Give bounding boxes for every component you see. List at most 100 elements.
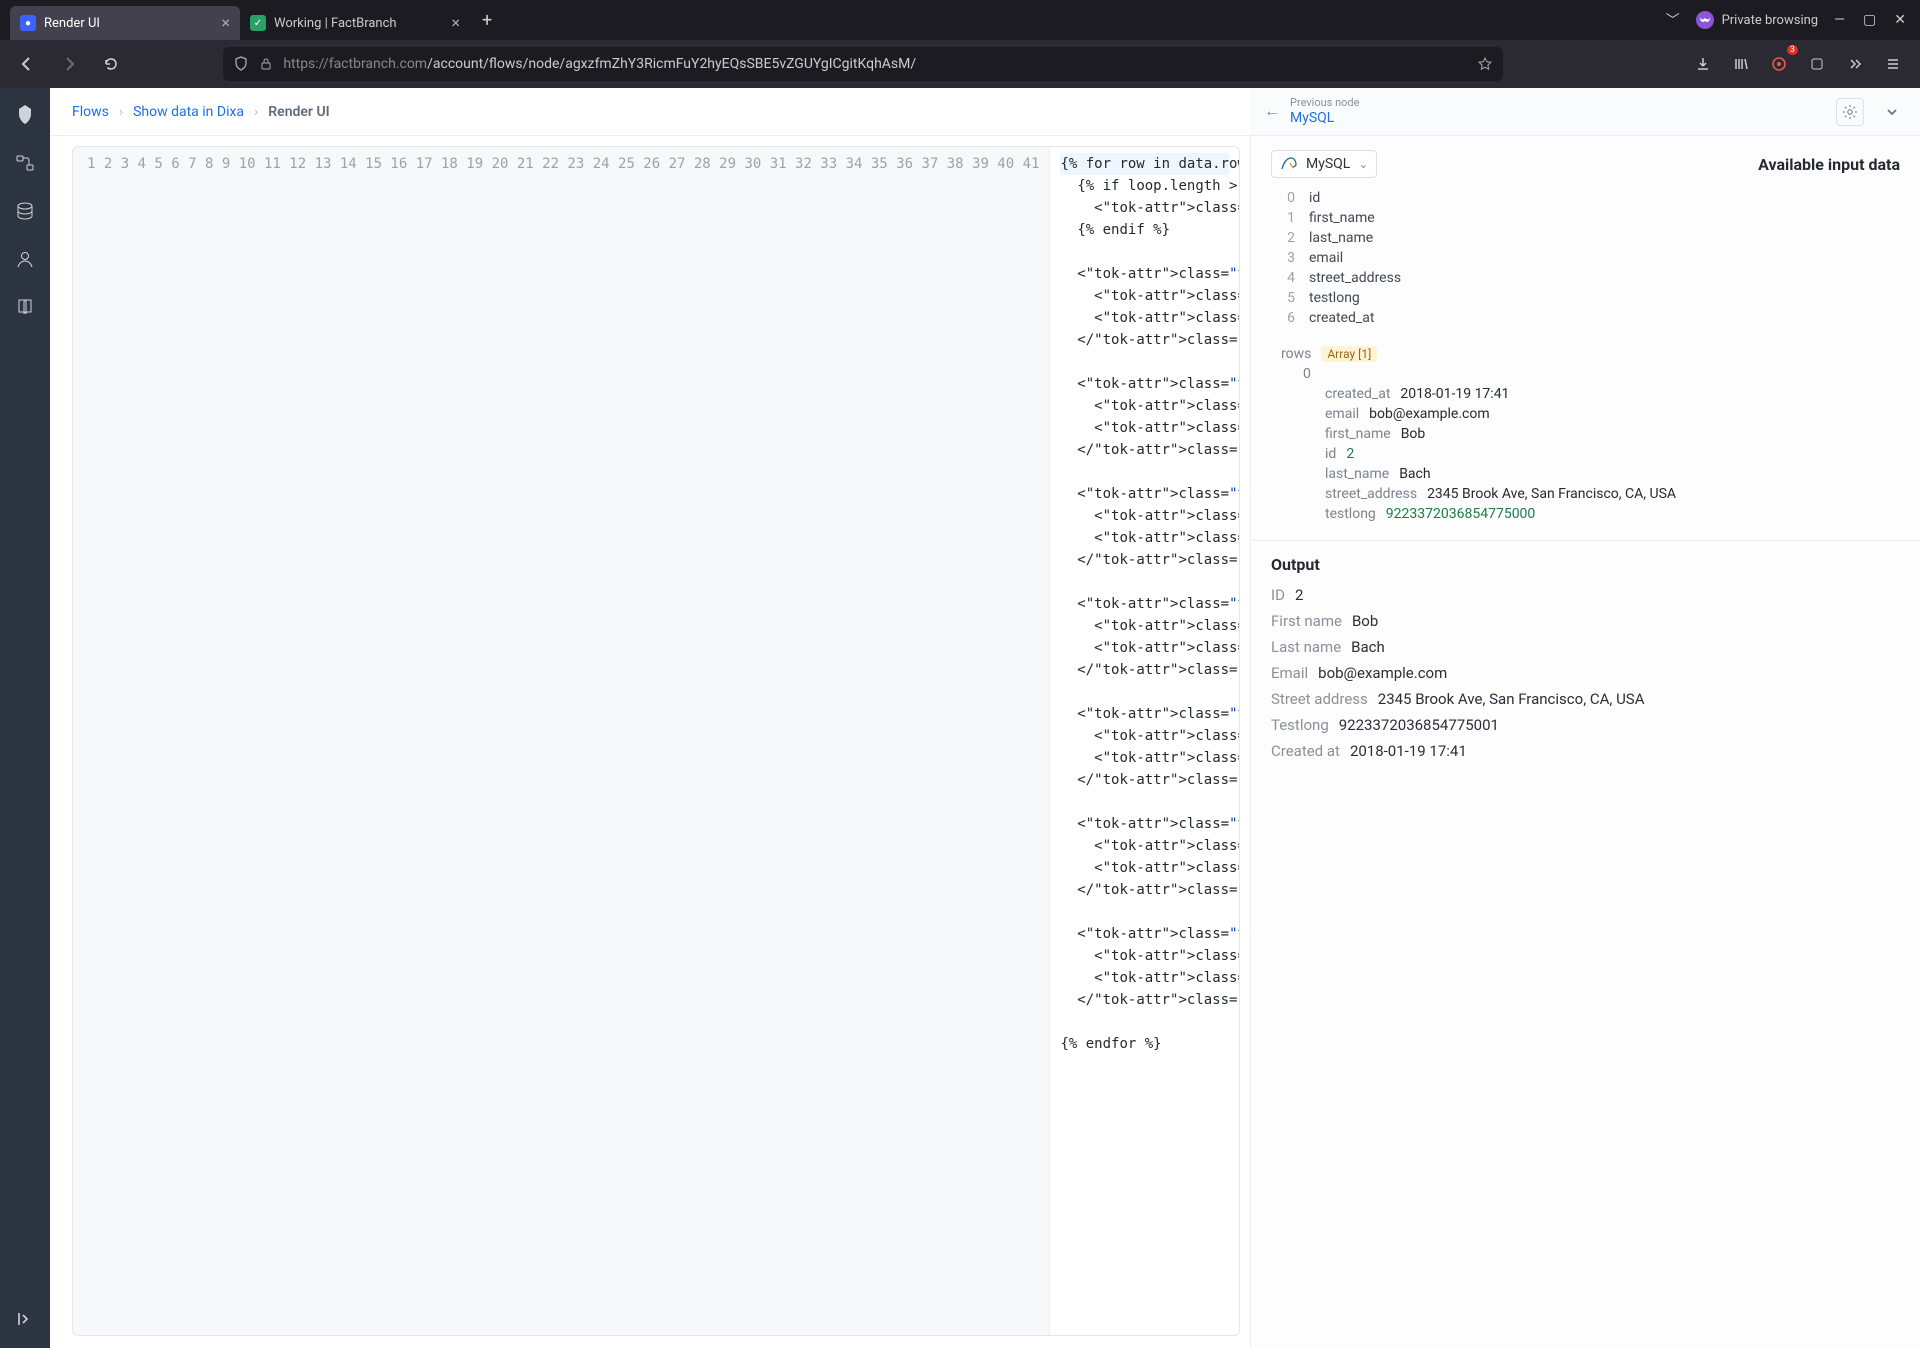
collapse-panel-button[interactable] — [1878, 98, 1906, 126]
output-section: Output ID2First nameBobLast nameBachEmai… — [1251, 540, 1920, 782]
forward-button[interactable] — [52, 47, 86, 81]
output-value: Bob — [1352, 612, 1378, 630]
browser-tab[interactable]: ✓ Working | FactBranch × — [240, 6, 470, 40]
tree-key: first_name — [1325, 426, 1391, 442]
field-row[interactable]: 4street_address — [1281, 268, 1900, 288]
settings-button[interactable] — [1836, 98, 1864, 126]
field-index: 3 — [1281, 250, 1295, 266]
breadcrumb-flows[interactable]: Flows — [72, 104, 109, 120]
url-text: https://factbranch.com/account/flows/nod… — [283, 56, 916, 72]
app: Flows › Show data in Dixa › Render UI ← … — [0, 88, 1920, 1348]
tabs-dropdown-icon[interactable]: ﹀ — [1666, 10, 1680, 30]
breadcrumb-parent[interactable]: Show data in Dixa — [133, 104, 244, 120]
output-row: Created at2018-01-19 17:41 — [1271, 738, 1900, 764]
favicon-icon: ● — [20, 15, 36, 31]
field-name: last_name — [1309, 230, 1373, 246]
field-row[interactable]: 6 created_at — [1281, 308, 1900, 328]
right-panel: MySQL ⌄ Available input data 0 id 1first_n… — [1250, 136, 1920, 1348]
nav-account-icon[interactable] — [14, 248, 36, 270]
output-row: Testlong9223372036854775001 — [1271, 712, 1900, 738]
output-value: 2 — [1295, 586, 1303, 604]
output-key: ID — [1271, 586, 1285, 604]
caret-icon: ⌄ — [1358, 157, 1368, 171]
available-input-title: Available input data — [1758, 155, 1900, 174]
field-index: 6 — [1281, 310, 1295, 326]
nav-flows-icon[interactable] — [14, 152, 36, 174]
field-name: email — [1309, 250, 1343, 266]
extension-icon[interactable] — [1762, 47, 1796, 81]
logo-icon[interactable] — [14, 104, 36, 126]
field-name: first_name — [1309, 210, 1375, 226]
code-area[interactable]: {% for row in data.rows %} {% if loop.le… — [1050, 147, 1239, 1335]
field-name: created_at — [1309, 310, 1374, 326]
favicon-icon: ✓ — [250, 15, 266, 31]
output-value: 9223372036854775001 — [1339, 716, 1499, 734]
new-tab-button[interactable]: + — [470, 10, 504, 31]
sidebar — [0, 88, 50, 1348]
output-key: Created at — [1271, 742, 1340, 760]
browser-tab-active[interactable]: ● Render UI × — [10, 6, 240, 40]
nav-docs-icon[interactable] — [14, 296, 36, 318]
lock-icon[interactable] — [259, 57, 273, 71]
tree-value: 9223372036854775000 — [1386, 506, 1536, 522]
close-window-icon[interactable]: ✕ — [1894, 12, 1906, 28]
tree-index[interactable]: 0 — [1303, 366, 1311, 382]
maximize-icon[interactable]: ▢ — [1863, 12, 1876, 28]
minimize-icon[interactable]: — — [1834, 12, 1845, 28]
tree-key[interactable]: rows — [1281, 346, 1311, 362]
field-row[interactable]: 2 last_name — [1281, 228, 1900, 248]
nav-data-icon[interactable] — [14, 200, 36, 222]
shield-icon[interactable] — [233, 56, 249, 72]
tree-value: 2 — [1346, 446, 1354, 462]
output-key: Street address — [1271, 690, 1368, 708]
chevron-icon: › — [254, 104, 258, 120]
fields-list: 0 id 1first_name 2 last_name 3 email 4street_ad… — [1251, 188, 1920, 334]
field-name: testlong — [1309, 290, 1360, 306]
tree-entry[interactable]: last_nameBach — [1281, 464, 1900, 484]
download-icon[interactable] — [1686, 47, 1720, 81]
close-icon[interactable]: × — [221, 15, 230, 31]
output-key: Email — [1271, 664, 1308, 682]
tree-entry[interactable]: emailbob@example.com — [1281, 404, 1900, 424]
main: Flows › Show data in Dixa › Render UI ← … — [50, 88, 1920, 1348]
overflow-icon[interactable] — [1838, 47, 1872, 81]
tree-key: id — [1325, 446, 1336, 462]
back-button[interactable] — [10, 47, 44, 81]
bookmark-icon[interactable] — [1477, 56, 1493, 72]
window-controls: — ▢ ✕ — [1834, 12, 1906, 28]
tree-entry[interactable]: id 2 — [1281, 444, 1900, 464]
url-bar[interactable]: https://factbranch.com/account/flows/nod… — [223, 47, 1503, 81]
source-selector[interactable]: MySQL ⌄ — [1271, 150, 1377, 178]
data-tree: rows Array [1] 0 created_at2018-01-19 17… — [1251, 334, 1920, 540]
output-value: Bach — [1351, 638, 1385, 656]
close-icon[interactable]: × — [451, 15, 460, 31]
field-row[interactable]: 5testlong — [1281, 288, 1900, 308]
source-name: MySQL — [1306, 156, 1350, 172]
array-badge: Array [1] — [1321, 346, 1377, 362]
field-index: 0 — [1281, 190, 1295, 206]
tree-entry[interactable]: street_address2345 Brook Ave, San Franci… — [1281, 484, 1900, 504]
tree-value: 2018-01-19 17:41 — [1400, 386, 1509, 402]
field-row[interactable]: 0 id — [1281, 188, 1900, 208]
library-icon[interactable] — [1724, 47, 1758, 81]
tree-entry[interactable]: testlong9223372036854775000 — [1281, 504, 1900, 524]
tree-entry[interactable]: created_at2018-01-19 17:41 — [1281, 384, 1900, 404]
field-row[interactable]: 1first_name — [1281, 208, 1900, 228]
tree-entry[interactable]: first_name Bob — [1281, 424, 1900, 444]
reload-button[interactable] — [94, 47, 128, 81]
right-header: ← Previous node MySQL — [1250, 88, 1920, 136]
extension2-icon[interactable] — [1800, 47, 1834, 81]
previous-node-link[interactable]: ← Previous node MySQL — [1264, 97, 1359, 126]
menu-icon[interactable] — [1876, 47, 1910, 81]
field-name: id — [1309, 190, 1320, 206]
tree-value: 2345 Brook Ave, San Francisco, CA, USA — [1427, 486, 1676, 502]
field-index: 2 — [1281, 230, 1295, 246]
collapse-sidebar-icon[interactable] — [14, 1308, 36, 1330]
chevron-icon: › — [119, 104, 123, 120]
field-row[interactable]: 3 email — [1281, 248, 1900, 268]
code-editor[interactable]: 1 2 3 4 5 6 7 8 9 10 11 12 13 14 15 16 1… — [72, 146, 1240, 1336]
output-row: Street address2345 Brook Ave, San Franci… — [1271, 686, 1900, 712]
tree-value: Bob — [1401, 426, 1426, 442]
prev-node-label: Previous node — [1290, 97, 1359, 110]
prev-node-name: MySQL — [1290, 110, 1359, 126]
